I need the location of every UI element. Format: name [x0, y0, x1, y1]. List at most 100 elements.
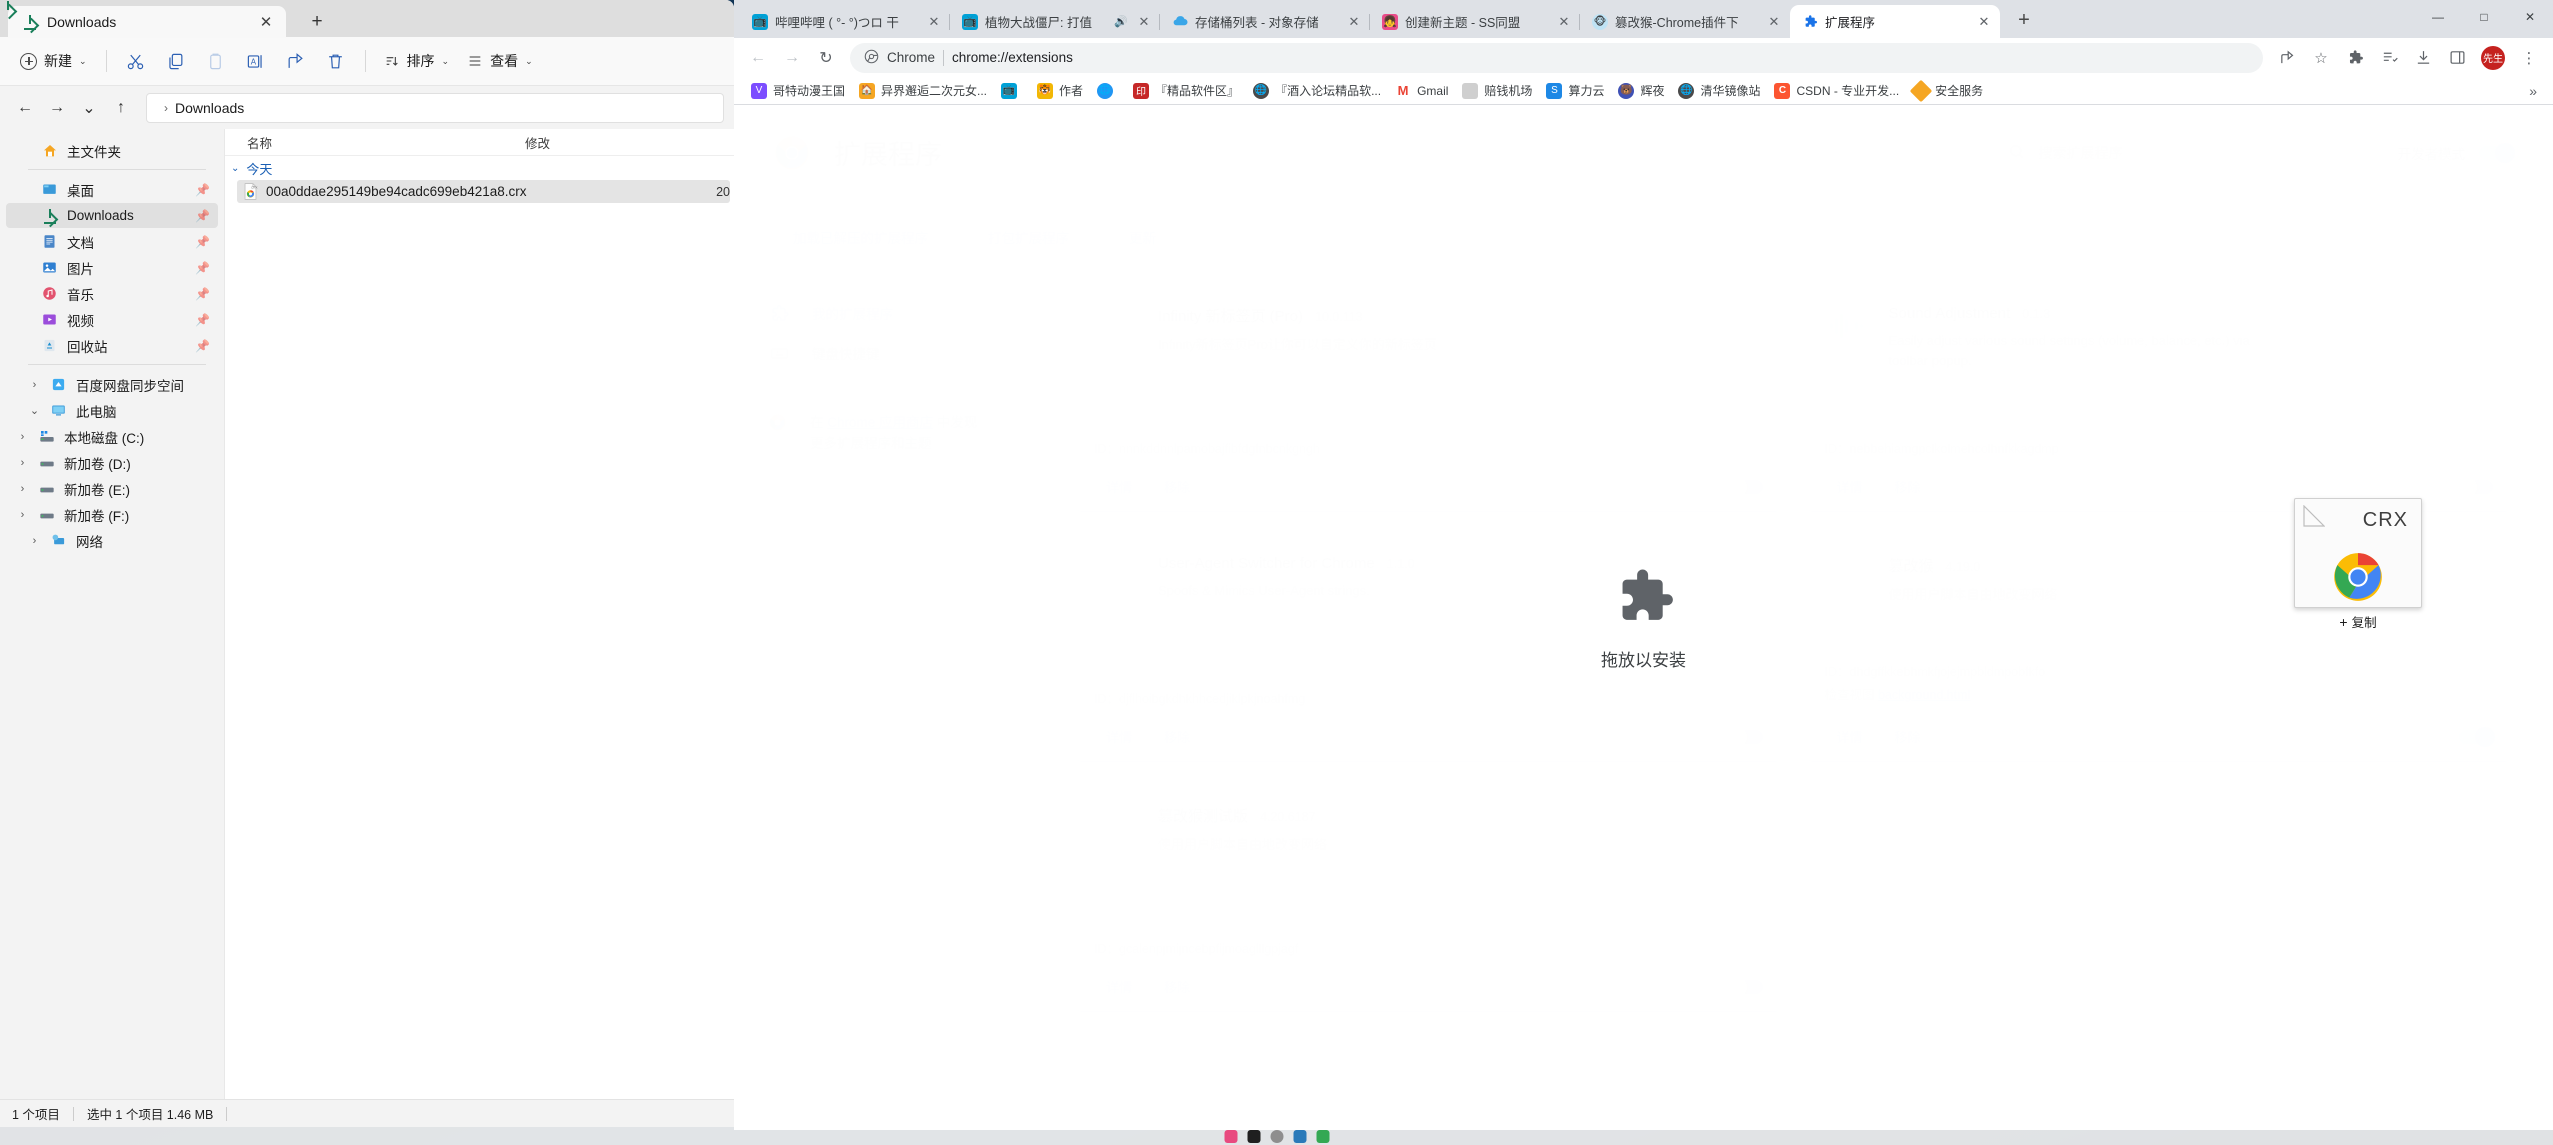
- close-icon-3[interactable]: ✕: [1345, 14, 1363, 30]
- tab-object-storage[interactable]: 存储桶列表 - 对象存储 ✕: [1160, 5, 1370, 38]
- taskbar-icon-4[interactable]: [1293, 1129, 1306, 1143]
- address-bar[interactable]: › Downloads: [2, 92, 724, 1127]
- bookmark-item[interactable]: 🌐: [1090, 80, 1126, 102]
- rename-button[interactable]: A: [236, 45, 276, 77]
- view-button[interactable]: 查看 ⌄: [458, 46, 542, 76]
- tab-bilibili-2[interactable]: 📺 植物大战僵尸: 打值 🔊 ✕: [950, 5, 1160, 38]
- taskbar-icon-2[interactable]: [1247, 1129, 1260, 1143]
- extensions-puzzle-icon[interactable]: [2339, 42, 2371, 74]
- bookmark-item[interactable]: 安全服务: [1906, 79, 1990, 102]
- minimize-button[interactable]: —: [2415, 0, 2461, 34]
- chevron-right-icon-f[interactable]: ›: [16, 509, 29, 521]
- pin-icon-music[interactable]: 📌: [195, 287, 210, 301]
- pin-icon-downloads[interactable]: 📌: [195, 209, 210, 223]
- sidebar-item-drive-e[interactable]: › 新加卷 (E:): [6, 476, 218, 501]
- speaker-icon[interactable]: 🔊: [1114, 15, 1128, 28]
- close-icon-2[interactable]: ✕: [1135, 14, 1153, 30]
- sidebar-item-recycle-bin[interactable]: 回收站 📌: [6, 333, 218, 358]
- chrome-new-tab-button[interactable]: +: [2010, 9, 2038, 32]
- taskbar-icon-5[interactable]: [1316, 1129, 1329, 1143]
- pin-icon-recycle[interactable]: 📌: [195, 339, 210, 353]
- bookmark-item[interactable]: 🐯 作者: [1030, 79, 1090, 102]
- chevron-right-icon[interactable]: ›: [28, 379, 41, 391]
- recent-locations-button[interactable]: ⌄: [74, 93, 104, 123]
- sidebar-item-drive-d[interactable]: › 新加卷 (D:): [6, 450, 218, 475]
- sidebar-item-baidu-netdisk[interactable]: › 百度网盘同步空间: [6, 372, 218, 397]
- bookmark-item[interactable]: M Gmail: [1388, 80, 1455, 102]
- pin-icon[interactable]: 📌: [195, 183, 210, 197]
- avatar[interactable]: 先生: [2481, 45, 2505, 70]
- bookmark-item[interactable]: 📺: [994, 80, 1030, 102]
- omnibox[interactable]: Chrome chrome://extensions: [850, 42, 2263, 73]
- chevron-right-icon-c[interactable]: ›: [16, 431, 29, 443]
- bookmark-item[interactable]: 🐻 辉夜: [1611, 79, 1671, 102]
- close-window-button[interactable]: ✕: [2507, 0, 2553, 34]
- sidebar-item-downloads[interactable]: Downloads 📌: [6, 203, 218, 228]
- share-button[interactable]: [276, 45, 316, 77]
- pin-icon-pictures[interactable]: 📌: [195, 261, 210, 275]
- close-icon-5[interactable]: ✕: [1765, 14, 1783, 30]
- explorer-tab-downloads[interactable]: Downloads ✕: [8, 6, 286, 38]
- downloads-icon[interactable]: [2407, 42, 2439, 74]
- bookmark-item[interactable]: 🏠 异界邂逅二次元女...: [852, 79, 994, 102]
- browser-back-button[interactable]: ←: [742, 42, 774, 74]
- copy-button[interactable]: [156, 45, 196, 77]
- sidebar-item-drive-c[interactable]: › 本地磁盘 (C:): [6, 424, 218, 449]
- new-button[interactable]: 新建 ⌄: [10, 46, 97, 76]
- explorer-new-tab-button[interactable]: +: [304, 11, 330, 33]
- bookmark-item[interactable]: S 算力云: [1539, 79, 1611, 102]
- system-drive-icon: [38, 428, 55, 445]
- sidebar-item-home[interactable]: 主文件夹: [6, 138, 218, 163]
- sidebar-item-pictures[interactable]: 图片 📌: [6, 255, 218, 280]
- tab-tampermonkey[interactable]: 🐵 篡改猴-Chrome插件下 ✕: [1580, 5, 1790, 38]
- sidebar-item-network[interactable]: › 网络: [6, 528, 218, 553]
- pin-icon-documents[interactable]: 📌: [195, 235, 210, 249]
- column-header-modified[interactable]: 修改: [525, 133, 625, 152]
- cut-button[interactable]: [116, 45, 156, 77]
- close-icon-4[interactable]: ✕: [1555, 14, 1573, 30]
- sidebar-item-music[interactable]: 音乐 📌: [6, 281, 218, 306]
- sidebar-item-this-pc[interactable]: ⌄ 此电脑: [6, 398, 218, 423]
- sidebar-item-drive-f[interactable]: › 新加卷 (F:): [6, 502, 218, 527]
- up-button[interactable]: ↑: [106, 93, 136, 123]
- forward-button[interactable]: →: [42, 93, 72, 123]
- back-button[interactable]: ←: [10, 93, 40, 123]
- bookmark-item[interactable]: 🌐 清华镜像站: [1671, 79, 1767, 102]
- chevron-right-icon-d[interactable]: ›: [16, 457, 29, 469]
- reading-list-icon[interactable]: [2373, 42, 2405, 74]
- chevron-down-icon-group[interactable]: ⌄: [231, 163, 239, 174]
- pin-icon-videos[interactable]: 📌: [195, 313, 210, 327]
- taskbar-icon-1[interactable]: [1224, 1129, 1237, 1143]
- delete-button[interactable]: [316, 45, 356, 77]
- chrome-menu-button[interactable]: ⋮: [2513, 42, 2545, 74]
- bookmark-item[interactable]: 赔钱机场: [1455, 79, 1539, 102]
- tab-extensions[interactable]: 扩展程序 ✕: [1790, 5, 2000, 38]
- chevron-right-icon-e[interactable]: ›: [16, 483, 29, 495]
- browser-forward-button[interactable]: →: [776, 42, 808, 74]
- bookmark-item[interactable]: C CSDN - 专业开发...: [1767, 79, 1906, 102]
- tab-ss-theme[interactable]: 👧 创建新主题 - SS同盟 ✕: [1370, 5, 1580, 38]
- close-icon-6[interactable]: ✕: [1975, 14, 1993, 30]
- reload-button[interactable]: ↻: [810, 42, 842, 74]
- taskbar-icon-3[interactable]: [1270, 1129, 1283, 1143]
- sidebar-item-desktop[interactable]: 桌面 📌: [6, 177, 218, 202]
- bookmark-star-icon[interactable]: ☆: [2305, 42, 2337, 74]
- sidebar-item-documents[interactable]: 文档 📌: [6, 229, 218, 254]
- chevron-down-icon-thispc[interactable]: ⌄: [28, 404, 41, 417]
- close-icon[interactable]: ✕: [256, 13, 276, 31]
- side-panel-icon[interactable]: [2441, 42, 2473, 74]
- close-icon[interactable]: ✕: [925, 14, 943, 30]
- share-icon[interactable]: [2271, 42, 2303, 74]
- file-group-today[interactable]: ⌄ 今天: [225, 156, 734, 180]
- table-row[interactable]: CRX 00a0ddae295149be94cadc699eb421a8.crx…: [237, 180, 730, 203]
- bookmark-item[interactable]: 🌐 『酒入论坛精品软...: [1246, 79, 1388, 102]
- bookmark-item[interactable]: 印『精品软件区』: [1126, 79, 1246, 102]
- bookmarks-overflow-button[interactable]: »: [2523, 83, 2543, 99]
- sidebar-item-videos[interactable]: 视频 📌: [6, 307, 218, 332]
- maximize-button[interactable]: □: [2461, 0, 2507, 34]
- bookmark-item[interactable]: V 哥特动漫王国: [744, 79, 852, 102]
- sort-button[interactable]: 排序 ⌄: [375, 46, 459, 76]
- tab-bilibili-1[interactable]: 📺 哔哩哔哩 ( °- °)つロ 干 ✕: [740, 5, 950, 38]
- column-header-name[interactable]: 名称: [225, 133, 525, 152]
- chevron-right-icon-network[interactable]: ›: [28, 535, 41, 547]
